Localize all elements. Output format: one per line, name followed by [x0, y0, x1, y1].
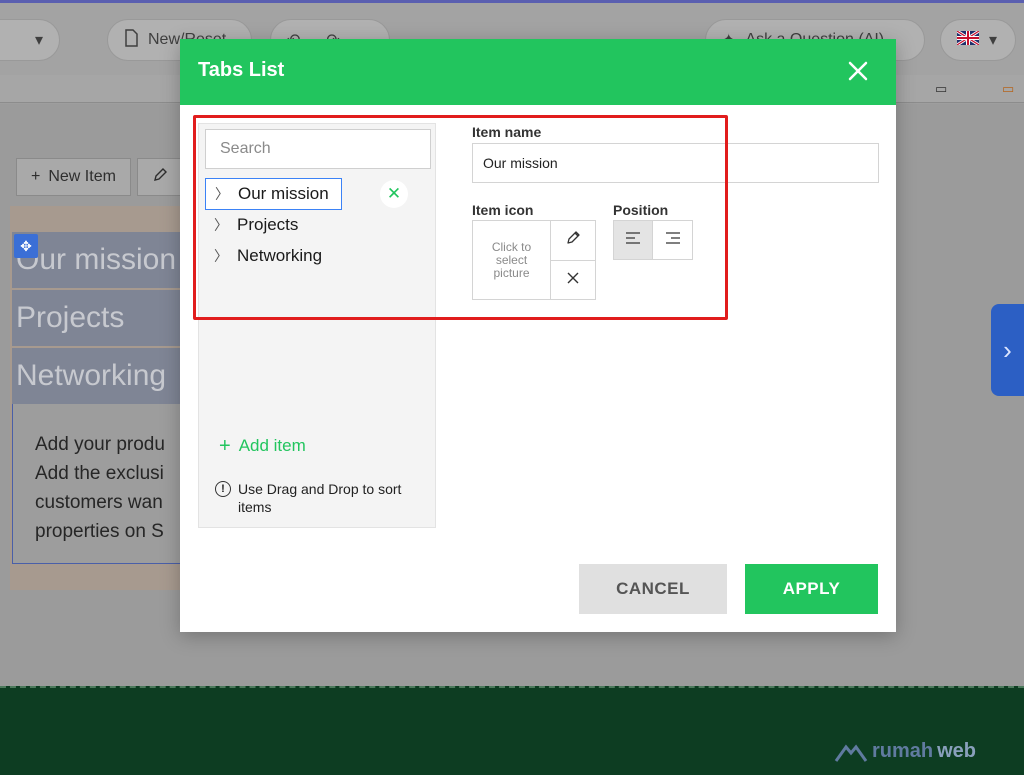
- clear-icon-button[interactable]: [551, 260, 595, 299]
- position-toggle-group: [613, 220, 693, 260]
- move-icon[interactable]: ✥: [14, 234, 38, 258]
- edit-icon-button[interactable]: [551, 221, 595, 260]
- close-icon: [567, 271, 579, 289]
- align-left-icon: [626, 231, 640, 249]
- uk-flag-icon: [956, 29, 980, 50]
- watermark-brand-b: web: [937, 740, 976, 762]
- language-selector[interactable]: ▾: [940, 19, 1016, 61]
- chevron-down-icon: ▾: [34, 32, 43, 49]
- list-item-label: Projects: [237, 215, 299, 234]
- laptop-icon[interactable]: ▭: [1002, 81, 1014, 97]
- add-item-button[interactable]: + Add item: [219, 436, 306, 456]
- chevron-right-icon[interactable]: 〉: [205, 246, 237, 266]
- align-left-button[interactable]: [614, 221, 654, 259]
- pencil-icon: [152, 167, 168, 188]
- watermark-brand-a: rumah: [871, 740, 934, 762]
- content-line: Add your produ: [35, 434, 165, 455]
- list-item-networking[interactable]: 〉 Networking: [205, 240, 322, 272]
- tab-networking[interactable]: Networking: [12, 348, 180, 404]
- tabs-list-dialog: Tabs List 〉 Our mission 〉 Projects 〉 Net…: [180, 39, 896, 632]
- close-icon[interactable]: [844, 57, 872, 85]
- info-icon: !: [215, 481, 231, 497]
- dialog-header: Tabs List: [180, 39, 896, 105]
- add-item-label: Add item: [238, 436, 306, 455]
- remove-item-icon[interactable]: ✕: [380, 180, 408, 208]
- list-item-our-mission[interactable]: 〉 Our mission: [205, 178, 342, 210]
- document-icon: [124, 28, 138, 52]
- align-right-icon: [665, 231, 680, 249]
- list-item-label: Networking: [237, 246, 323, 265]
- plus-icon: +: [219, 435, 231, 457]
- item-icon-control: Click to select picture: [472, 220, 596, 300]
- chevron-right-icon[interactable]: 〉: [206, 184, 238, 204]
- new-item-label: New Item: [48, 168, 116, 185]
- cancel-button[interactable]: CANCEL: [579, 564, 727, 614]
- content-line: properties on S: [35, 521, 164, 542]
- position-label: Position: [613, 202, 669, 218]
- chevron-down-icon: ▾: [989, 32, 998, 49]
- page-selector-dropdown[interactable]: ▾: [0, 19, 60, 61]
- icon-picker[interactable]: Click to select picture: [473, 221, 551, 299]
- list-item-projects[interactable]: 〉 Projects: [205, 209, 298, 241]
- list-item-label: Our mission: [238, 184, 329, 203]
- tab-content-text: Add your produ Add the exclusi customers…: [35, 430, 181, 546]
- page-footer: rumah web: [0, 686, 1024, 775]
- apply-button[interactable]: APPLY: [745, 564, 878, 614]
- hint-text: Use Drag and Drop to sort items: [238, 481, 402, 515]
- item-name-label: Item name: [472, 124, 542, 140]
- item-icon-label: Item icon: [472, 202, 534, 218]
- content-line: Add the exclusi: [35, 463, 164, 484]
- tab-content-panel: Add your produ Add the exclusi customers…: [12, 404, 180, 564]
- chevron-right-icon[interactable]: 〉: [205, 215, 237, 235]
- icon-actions: [551, 221, 595, 299]
- edit-button[interactable]: [136, 158, 183, 196]
- new-item-button[interactable]: + New Item: [16, 158, 131, 196]
- drag-drop-hint: ! Use Drag and Drop to sort items: [215, 480, 425, 516]
- pencil-icon: [565, 230, 581, 251]
- tabs-element-toolbar: + New Item: [16, 158, 183, 196]
- item-name-input[interactable]: [472, 143, 879, 183]
- watermark-logo: rumah web: [834, 740, 976, 763]
- plus-icon: +: [31, 168, 41, 185]
- side-panel-toggle[interactable]: ›: [991, 304, 1024, 396]
- tab-projects[interactable]: Projects: [12, 290, 180, 346]
- desktop-icon[interactable]: ▭: [935, 81, 947, 97]
- dialog-title: Tabs List: [198, 59, 285, 81]
- align-right-button[interactable]: [653, 221, 692, 259]
- content-line: customers wan: [35, 492, 163, 513]
- chevron-right-icon: ›: [1003, 334, 1012, 365]
- search-input[interactable]: [205, 129, 431, 169]
